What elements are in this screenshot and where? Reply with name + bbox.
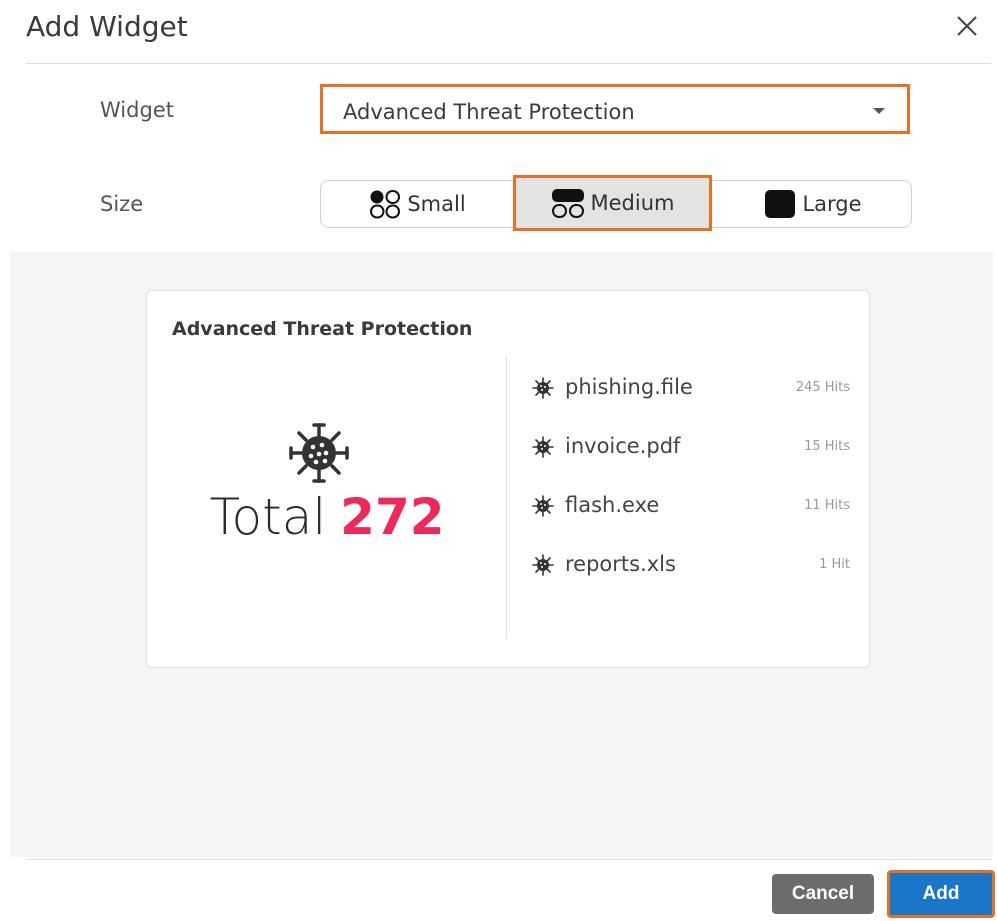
size-large-icon	[765, 190, 796, 218]
preview-area: Advanced Threat Protection Total 272 phi…	[10, 252, 993, 857]
virus-icon	[532, 377, 554, 399]
threat-name: reports.xls	[565, 552, 676, 576]
size-label: Size	[100, 192, 144, 216]
card-divider	[506, 357, 507, 639]
threat-item: phishing.file 245 Hits	[532, 375, 850, 434]
widget-preview-title: Advanced Threat Protection	[172, 318, 473, 340]
size-option-medium-label: Medium	[590, 191, 675, 215]
size-option-large-label: Large	[802, 192, 862, 216]
threat-hits: 1 Hit	[819, 557, 850, 572]
close-button[interactable]	[954, 10, 982, 44]
virus-icon	[532, 495, 554, 517]
size-option-medium[interactable]: Medium	[513, 175, 712, 231]
virus-icon	[532, 554, 554, 576]
total-value: 272	[340, 488, 445, 546]
threat-item: invoice.pdf 15 Hits	[532, 434, 850, 493]
footer-divider	[26, 859, 991, 860]
dialog-title: Add Widget	[26, 10, 188, 43]
cancel-button[interactable]: Cancel	[772, 874, 874, 914]
caret-down-icon	[873, 108, 885, 114]
threat-hits: 245 Hits	[795, 380, 850, 395]
add-button[interactable]: Add	[887, 870, 995, 918]
size-medium-icon	[551, 189, 584, 218]
size-small-icon	[370, 190, 401, 219]
total-summary: Total 272	[147, 487, 507, 547]
threat-hits: 15 Hits	[804, 439, 850, 454]
close-icon	[957, 16, 977, 36]
threat-hits: 11 Hits	[804, 498, 850, 513]
size-option-small-label: Small	[407, 192, 466, 216]
virus-icon	[532, 436, 554, 458]
widget-select-value: Advanced Threat Protection	[343, 100, 635, 124]
total-label: Total	[209, 488, 327, 546]
widget-preview-card: Advanced Threat Protection Total 272 phi…	[146, 290, 870, 668]
size-option-large[interactable]: Large	[714, 181, 912, 227]
size-option-small[interactable]: Small	[321, 181, 514, 227]
threat-name: phishing.file	[565, 375, 693, 399]
threat-item: reports.xls 1 Hit	[532, 552, 850, 611]
widget-select[interactable]: Advanced Threat Protection	[320, 84, 910, 134]
header-divider	[26, 63, 991, 64]
size-selector: Small Medium Large	[320, 175, 912, 231]
threat-list: phishing.file 245 Hits invoice.pdf 15 Hi…	[532, 375, 850, 611]
widget-label: Widget	[100, 98, 174, 122]
threat-item: flash.exe 11 Hits	[532, 493, 850, 552]
threat-name: flash.exe	[565, 493, 660, 517]
threat-name: invoice.pdf	[565, 434, 681, 458]
virus-icon	[289, 423, 349, 483]
